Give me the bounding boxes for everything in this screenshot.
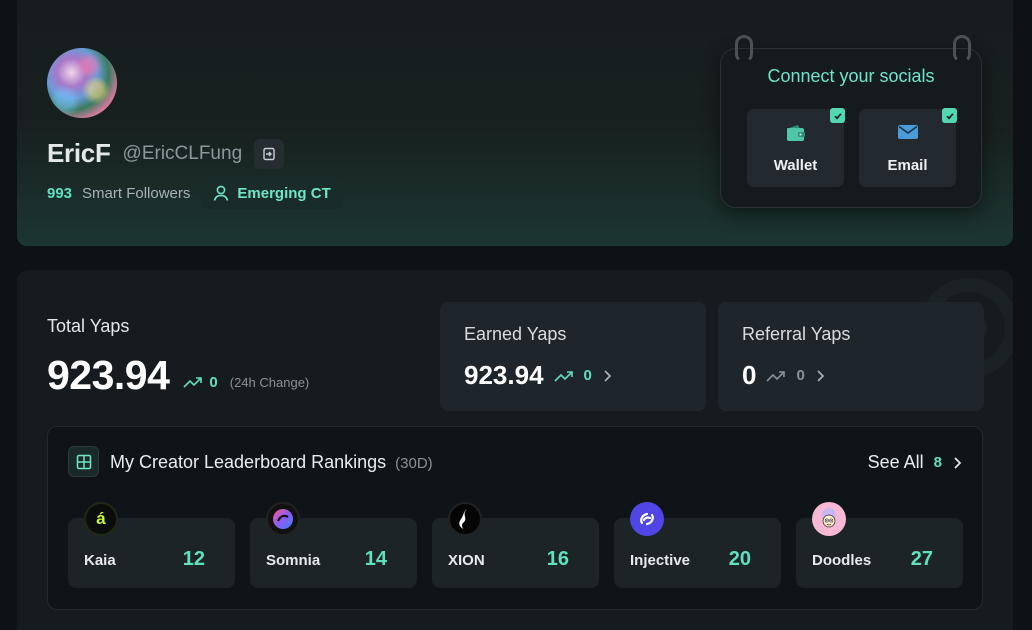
yaps-stats-panel: Total Yaps 923.94 0 (24h Change) Earned … (17, 270, 1013, 630)
referral-yaps-value: 0 (742, 360, 757, 390)
total-yaps-row: 923.94 0 (24h Change) (47, 352, 309, 399)
leaderboard-card-doodles[interactable]: Doodles 27 (796, 502, 963, 588)
total-yaps-label: Total Yaps (47, 316, 130, 336)
chevron-right-icon (817, 369, 824, 382)
earned-yaps-value: 923.94 (464, 360, 544, 390)
creator-leaderboard-panel: My Creator Leaderboard Rankings (30D) Se… (47, 426, 983, 610)
user-icon (214, 185, 229, 201)
binder-ring-icon (735, 35, 753, 63)
referral-yaps-card[interactable]: Referral Yaps 0 0 (718, 302, 984, 411)
injective-logo-icon (630, 502, 664, 536)
trending-up-icon (183, 377, 203, 388)
leaderboard-rank: 12 (182, 548, 205, 570)
login-icon (263, 147, 275, 160)
kaia-logo-icon: á (84, 502, 118, 536)
check-icon (942, 108, 957, 123)
connect-socials-panel: Connect your socials Wallet Email (720, 35, 982, 208)
leaderboard-card-xion[interactable]: XION 16 (432, 502, 599, 588)
leaderboard-project-name: Doodles (812, 552, 872, 569)
display-name: EricF (47, 138, 111, 168)
earned-yaps-change: 0 (583, 367, 592, 384)
somnia-logo-icon (266, 502, 300, 536)
xion-logo-icon (448, 502, 482, 536)
total-yaps-change: 0 (24h Change) (183, 374, 309, 391)
earned-yaps-row: 923.94 0 (464, 360, 612, 391)
meta-row: 993 Smart Followers Emerging CT (47, 177, 343, 209)
leaderboard-card-somnia[interactable]: Somnia 14 (250, 502, 417, 588)
binder-ring-icon (953, 35, 971, 63)
smart-followers-label: Smart Followers (82, 184, 191, 202)
leaderboard-rank: 20 (728, 548, 751, 570)
leaderboard-project-name: XION (448, 552, 485, 569)
leaderboard-rank: 27 (910, 548, 933, 570)
total-yaps-change-value: 0 (209, 373, 218, 391)
layout-grid-icon (68, 446, 99, 477)
leaderboard-period: (30D) (395, 455, 433, 472)
see-all-link[interactable]: See All 8 (868, 452, 962, 473)
leaderboard-project-name: Kaia (84, 552, 116, 569)
leaderboard-project-name: Somnia (266, 552, 321, 569)
user-handle[interactable]: @EricCLFung (123, 143, 243, 165)
check-icon (830, 108, 845, 123)
email-connect-tile[interactable]: Email (859, 108, 957, 187)
total-yaps-value: 923.94 (47, 352, 170, 398)
wallet-icon (747, 123, 844, 143)
chevron-right-icon (604, 369, 612, 382)
earned-yaps-label: Earned Yaps (464, 324, 567, 344)
referral-yaps-row: 0 0 (742, 360, 825, 391)
leaderboard-title-text: My Creator Leaderboard Rankings (110, 452, 387, 472)
leaderboard-rank: 16 (546, 548, 569, 570)
trending-up-icon (553, 370, 573, 382)
leaderboard-card-injective[interactable]: Injective 20 (614, 502, 781, 588)
email-icon (859, 123, 956, 141)
wallet-connect-tile[interactable]: Wallet (747, 108, 845, 187)
tier-badge: Emerging CT (202, 177, 343, 209)
name-row: EricF @EricCLFung (47, 138, 285, 169)
leaderboard-rank: 14 (364, 548, 387, 570)
referral-yaps-change: 0 (796, 367, 805, 384)
leaderboard-title: My Creator Leaderboard Rankings (30D) (110, 452, 433, 473)
chevron-right-icon (954, 456, 962, 469)
earned-yaps-card[interactable]: Earned Yaps 923.94 0 (440, 302, 706, 411)
avatar[interactable] (47, 48, 117, 118)
see-all-label: See All (867, 452, 924, 472)
smart-followers-count: 993 (47, 184, 73, 202)
wallet-label: Wallet (773, 157, 818, 174)
open-profile-button[interactable] (254, 138, 285, 169)
referral-yaps-label: Referral Yaps (742, 324, 851, 344)
leaderboard-card-kaia[interactable]: á Kaia 12 (68, 502, 235, 588)
change-period-note: (24h Change) (229, 374, 310, 390)
leaderboard-project-name: Injective (630, 552, 691, 569)
see-all-count: 8 (933, 454, 942, 471)
tier-badge-label: Emerging CT (237, 184, 331, 202)
trending-up-icon (766, 370, 786, 382)
doodles-logo-icon (812, 502, 846, 536)
email-label: Email (887, 157, 928, 174)
connect-socials-title: Connect your socials (767, 66, 935, 86)
